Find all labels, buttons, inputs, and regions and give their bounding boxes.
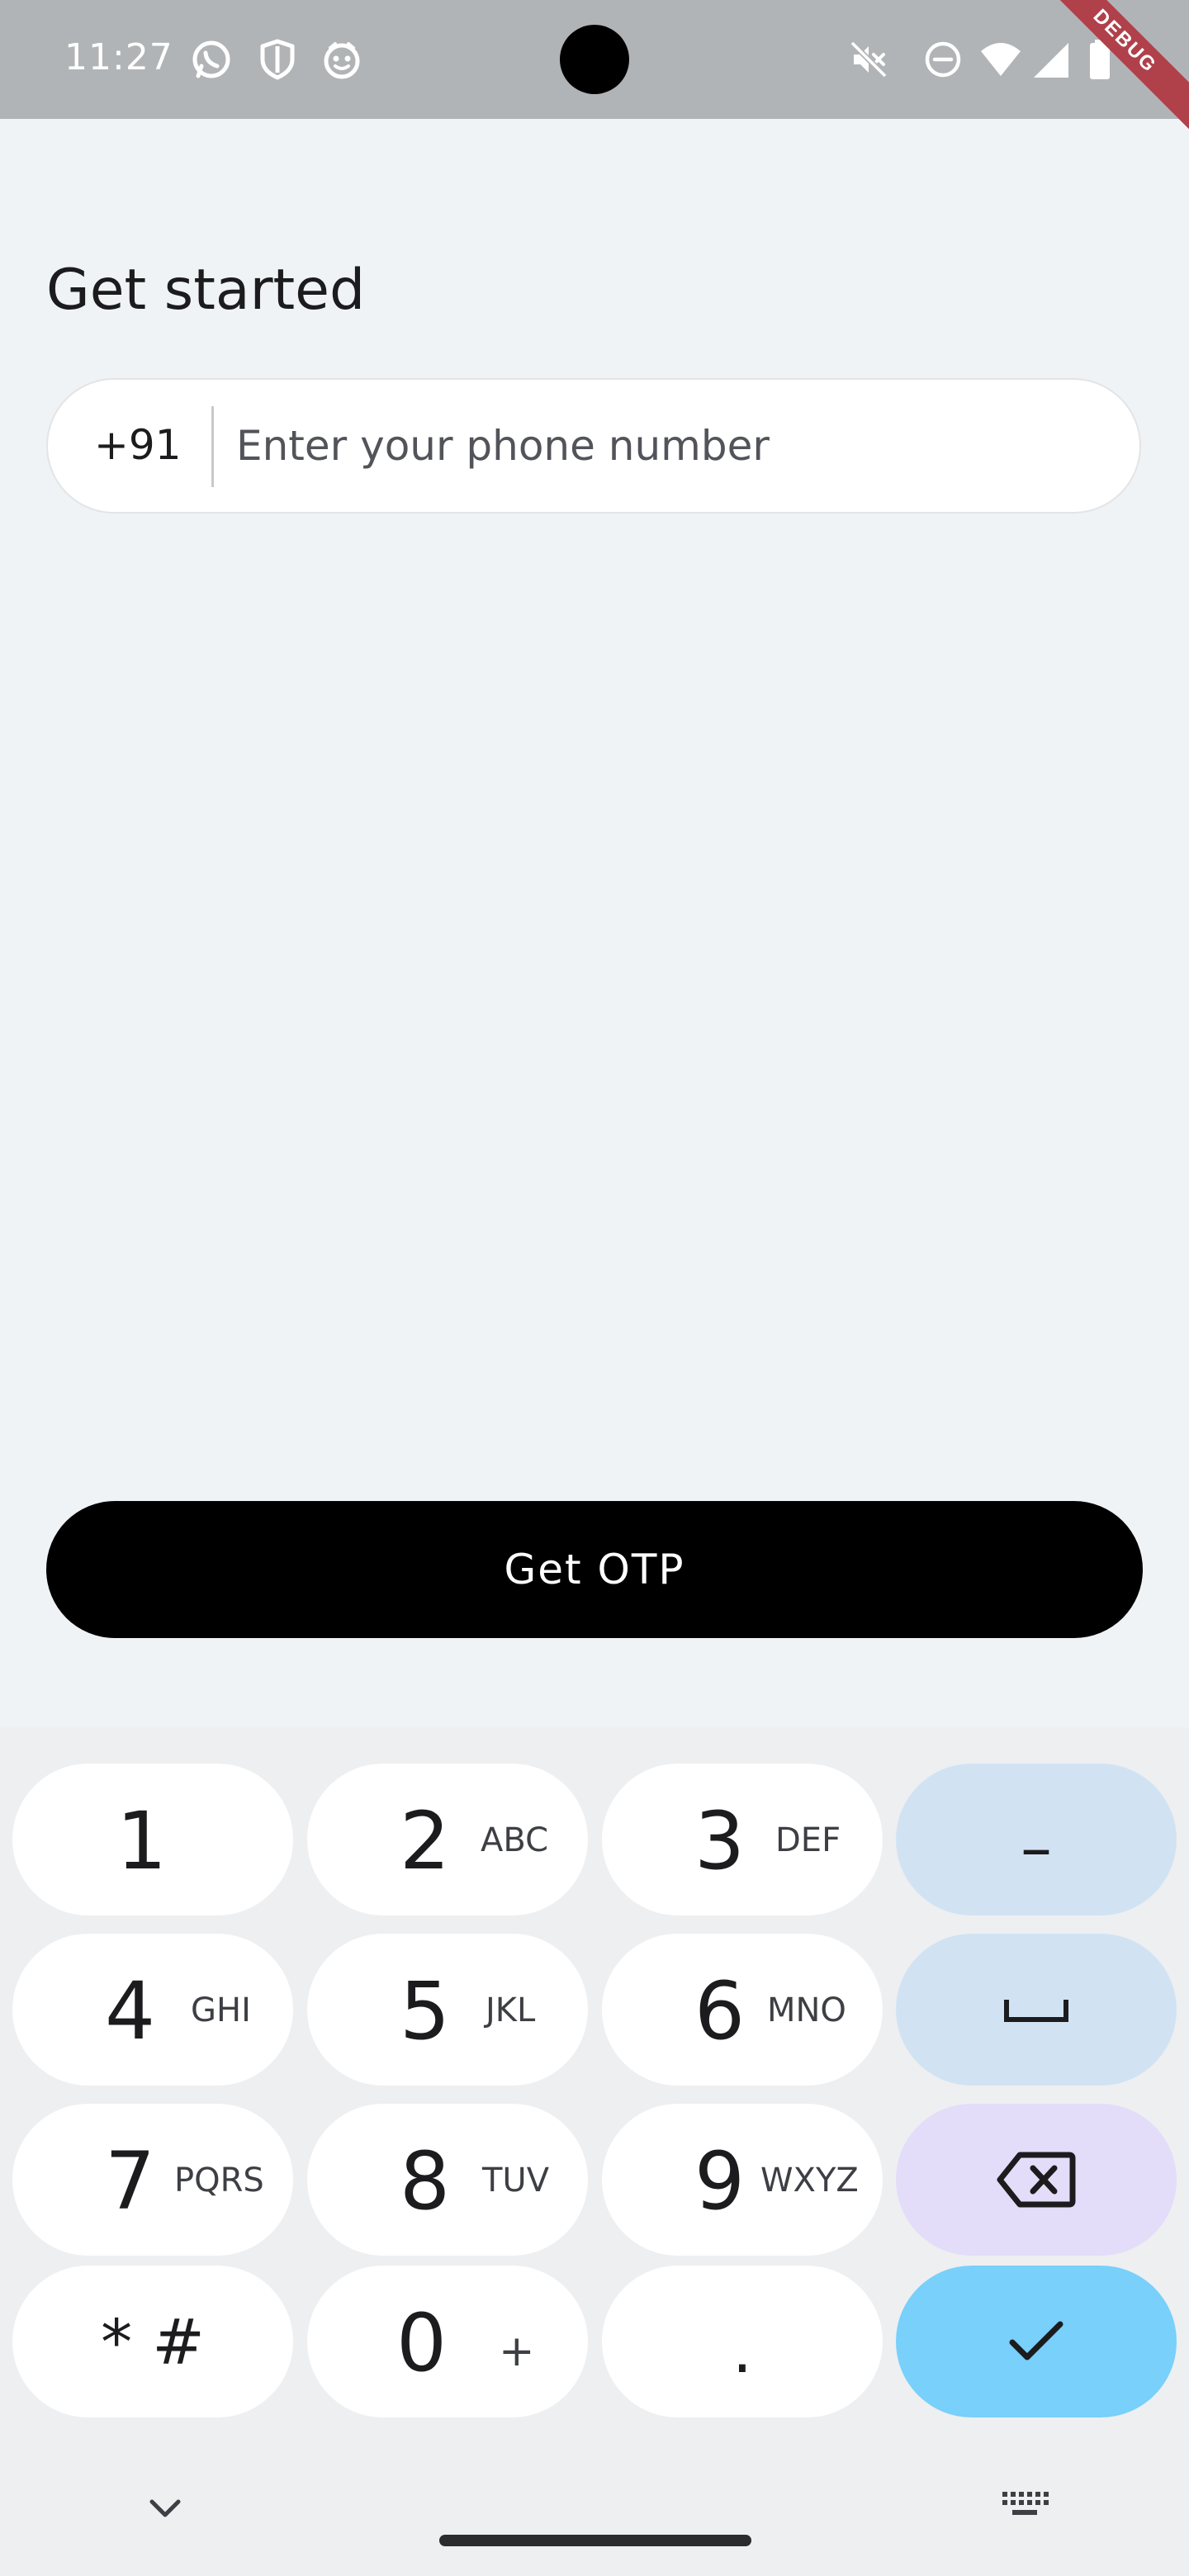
status-time: 11:27 bbox=[64, 36, 173, 78]
dash-symbol: – bbox=[1021, 1810, 1052, 1884]
key-letters: + bbox=[499, 2327, 535, 2376]
numeric-keyboard: 1 2 ABC 3 DEF – 4 GHI 5 JKL 6 MNO 7 PQRS bbox=[0, 1727, 1189, 2576]
key-digit: 0 bbox=[396, 2297, 448, 2389]
key-3[interactable]: 3 DEF bbox=[602, 1764, 883, 1915]
backspace-key[interactable] bbox=[896, 2104, 1177, 2256]
key-8[interactable]: 8 TUV bbox=[307, 2104, 588, 2256]
status-bar: 11:27 DEBUG bbox=[0, 0, 1189, 130]
home-indicator[interactable] bbox=[439, 2535, 751, 2546]
key-digit: 8 bbox=[400, 2135, 451, 2228]
camera-cutout bbox=[560, 25, 629, 94]
do-not-disturb-icon bbox=[925, 41, 961, 78]
signal-icon bbox=[1034, 43, 1068, 78]
chevron-down-icon[interactable] bbox=[145, 2495, 185, 2522]
country-code-label[interactable]: +91 bbox=[94, 421, 182, 469]
keyboard-icon[interactable] bbox=[1001, 2490, 1049, 2525]
key-letters: JKL bbox=[486, 1991, 536, 2029]
done-key[interactable] bbox=[896, 2266, 1177, 2417]
phone-number-input[interactable] bbox=[236, 405, 1111, 487]
wifi-icon bbox=[981, 43, 1021, 76]
key-digit: 2 bbox=[400, 1795, 451, 1887]
key-letters: GHI bbox=[191, 1991, 251, 2029]
whatsapp-icon bbox=[192, 40, 230, 78]
key-letters: MNO bbox=[767, 1991, 846, 2029]
period-key[interactable]: . bbox=[602, 2266, 883, 2417]
key-letters: ABC bbox=[481, 1821, 549, 1859]
key-6[interactable]: 6 MNO bbox=[602, 1934, 883, 2086]
star-hash-key[interactable]: * # bbox=[12, 2266, 293, 2417]
key-digit: 7 bbox=[105, 2135, 156, 2228]
key-5[interactable]: 5 JKL bbox=[307, 1934, 588, 2086]
mute-icon bbox=[850, 40, 888, 78]
key-letters: DEF bbox=[775, 1821, 841, 1859]
phone-number-field[interactable]: +91 bbox=[46, 378, 1141, 514]
key-digit: 1 bbox=[116, 1795, 168, 1887]
key-letters: TUV bbox=[482, 2162, 550, 2200]
dash-key[interactable]: – bbox=[896, 1764, 1177, 1915]
key-digit: 4 bbox=[105, 1965, 156, 2057]
field-divider bbox=[211, 406, 214, 487]
get-otp-button[interactable]: Get OTP bbox=[46, 1501, 1143, 1638]
star-hash-symbol: * # bbox=[101, 2304, 205, 2379]
key-9[interactable]: 9 WXYZ bbox=[602, 2104, 883, 2256]
period-symbol: . bbox=[732, 2313, 753, 2387]
checkmark-icon bbox=[1009, 2321, 1063, 2361]
key-digit: 6 bbox=[694, 1965, 746, 2057]
key-4[interactable]: 4 GHI bbox=[12, 1934, 293, 2086]
key-0[interactable]: 0 + bbox=[307, 2266, 588, 2417]
key-letters: WXYZ bbox=[760, 2162, 859, 2200]
key-1[interactable]: 1 bbox=[12, 1764, 293, 1915]
space-icon bbox=[1004, 2000, 1068, 2022]
page-title: Get started bbox=[46, 258, 366, 323]
backspace-icon bbox=[997, 2152, 1076, 2208]
key-7[interactable]: 7 PQRS bbox=[12, 2104, 293, 2256]
space-key[interactable] bbox=[896, 1934, 1177, 2086]
key-digit: 9 bbox=[694, 2135, 746, 2228]
key-digit: 5 bbox=[400, 1965, 451, 2057]
smiley-icon bbox=[324, 42, 360, 79]
key-2[interactable]: 2 ABC bbox=[307, 1764, 588, 1915]
key-letters: PQRS bbox=[174, 2162, 264, 2200]
key-digit: 3 bbox=[694, 1795, 746, 1887]
shield-icon bbox=[260, 39, 295, 80]
